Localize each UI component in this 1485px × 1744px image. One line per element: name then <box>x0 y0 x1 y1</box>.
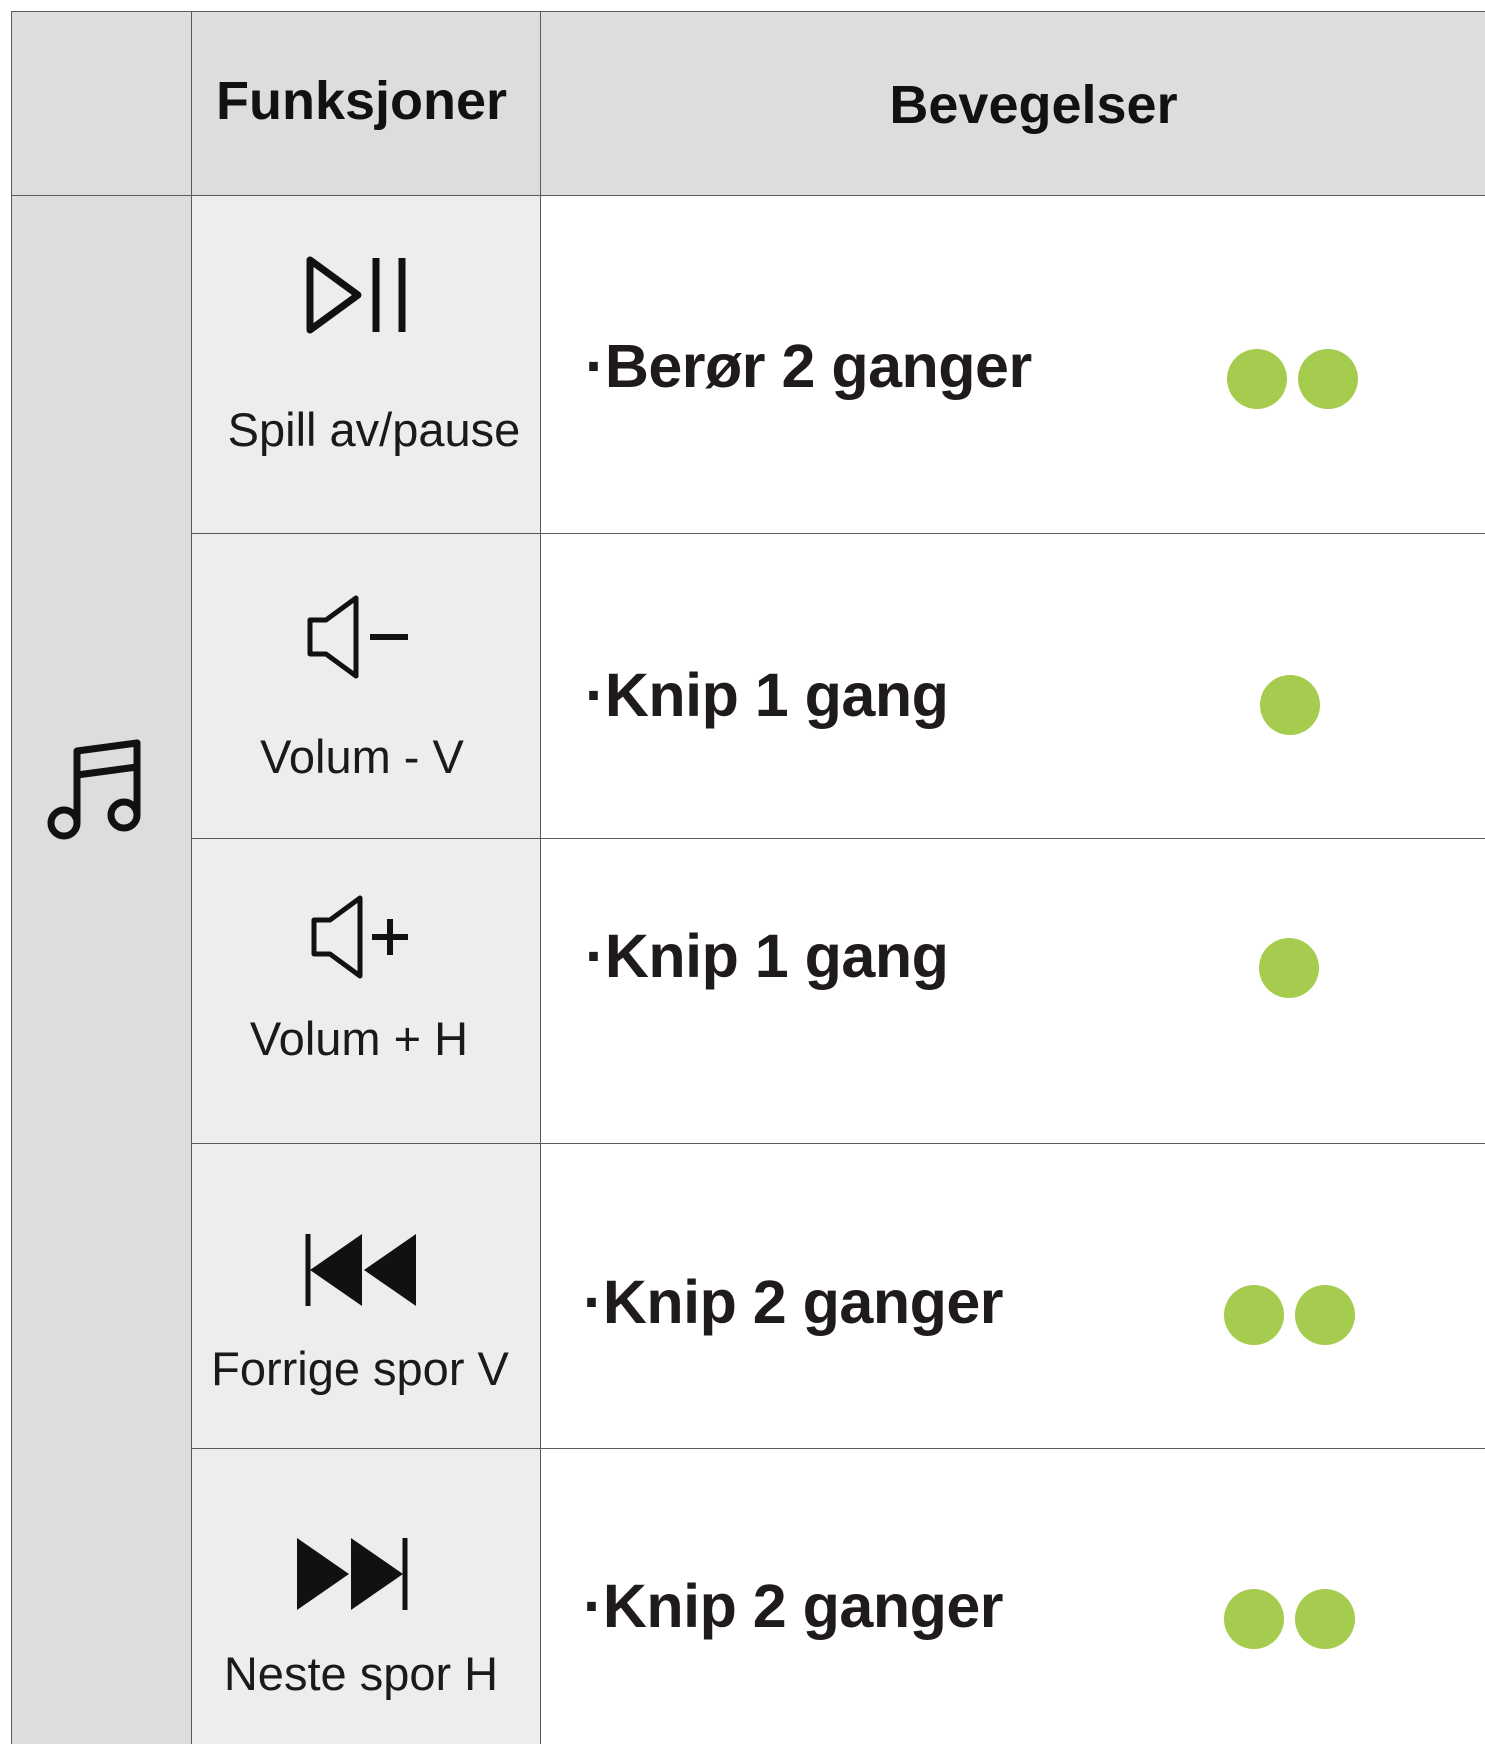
tap-dot <box>1227 349 1287 409</box>
function-cell-volume-down: Volum - V <box>192 534 541 839</box>
gesture-table: Funksjoner Bevegelser Spill av/pause ·Be… <box>11 11 1485 1744</box>
pinch-dot <box>1224 1589 1284 1649</box>
function-label: Forrige spor V <box>211 1342 509 1395</box>
header-gestures-cell: Bevegelser <box>541 12 1485 196</box>
gesture-label: ·Knip 1 gang <box>585 661 949 729</box>
tap-dot <box>1298 349 1358 409</box>
function-cell-play-pause: Spill av/pause <box>192 196 541 534</box>
gesture-cell-double-pinch: ·Knip 2 ganger <box>541 1449 1485 1744</box>
music-section-cell <box>12 196 192 1744</box>
previous-track-icon <box>305 1234 416 1306</box>
header-functions-cell: Funksjoner <box>192 12 541 196</box>
function-label: Spill av/pause <box>227 403 521 456</box>
gesture-cell-single-pinch: ·Knip 1 gang <box>541 839 1485 1144</box>
pinch-dot <box>1224 1285 1284 1345</box>
gesture-cell-single-pinch: ·Knip 1 gang <box>541 534 1485 839</box>
gesture-label: ·Knip 2 ganger <box>583 1268 1004 1336</box>
music-note-icon <box>47 739 141 840</box>
header-blank-cell <box>12 12 192 196</box>
function-cell-next-track: Neste spor H <box>192 1449 541 1744</box>
function-label: Neste spor H <box>223 1647 499 1700</box>
function-cell-volume-up: Volum + H <box>192 839 541 1144</box>
gesture-cell-double-tap: ·Berør 2 ganger <box>541 196 1485 534</box>
pinch-dot <box>1295 1285 1355 1345</box>
header-gestures-label: Bevegelser <box>889 74 1178 135</box>
gesture-label: ·Knip 2 ganger <box>583 1572 1004 1640</box>
volume-down-icon <box>307 595 408 679</box>
next-track-icon <box>297 1538 408 1610</box>
function-label: Volum - V <box>260 730 464 783</box>
gesture-label: ·Berør 2 ganger <box>585 332 1032 400</box>
play-pause-icon <box>306 256 406 334</box>
pinch-dot <box>1260 675 1320 735</box>
gesture-cell-double-pinch: ·Knip 2 ganger <box>541 1144 1485 1449</box>
volume-up-icon <box>311 895 408 979</box>
gesture-label: ·Knip 1 gang <box>585 922 949 990</box>
function-label: Volum + H <box>249 1012 469 1065</box>
header-functions-label: Funksjoner <box>216 70 508 131</box>
pinch-dot <box>1259 938 1319 998</box>
function-cell-previous-track: Forrige spor V <box>192 1144 541 1449</box>
pinch-dot <box>1295 1589 1355 1649</box>
